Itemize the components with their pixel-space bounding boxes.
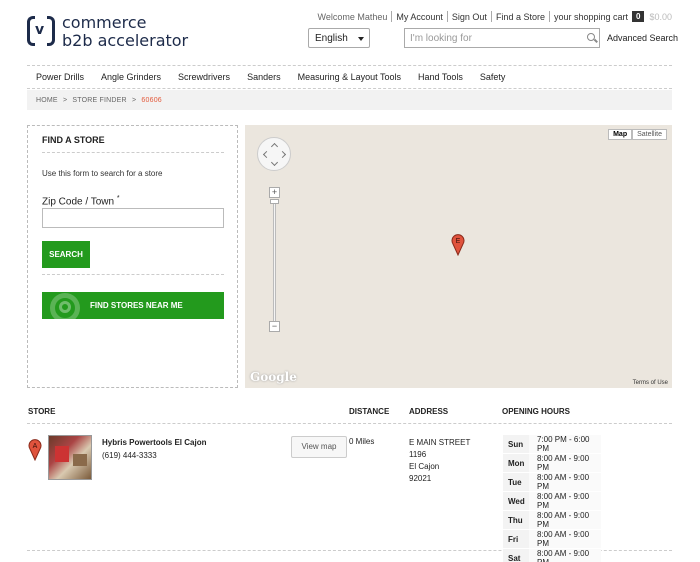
col-hours: OPENING HOURS: [502, 407, 571, 416]
my-account-link[interactable]: My Account: [396, 12, 443, 22]
hours-row: Sat8:00 AM - 9:00 PM: [503, 548, 601, 562]
zip-label: Zip Code / Town *: [42, 195, 120, 208]
google-logo: Google: [250, 370, 297, 384]
nav-item-angle-grinders[interactable]: Angle Grinders: [101, 72, 161, 82]
advanced-search-link[interactable]: Advanced Search: [607, 33, 678, 43]
search-button[interactable]: SEARCH: [42, 241, 90, 268]
store-map[interactable]: Map Satellite + − E Google Terms of Use: [245, 125, 672, 388]
brand-line2: b2b accelerator: [62, 31, 189, 50]
brand-line1: commerce: [62, 13, 147, 32]
store-distance: 0 Miles: [349, 437, 375, 446]
map-marker-icon[interactable]: E: [451, 232, 465, 256]
nav-item-screwdrivers[interactable]: Screwdrivers: [178, 72, 230, 82]
hours-row: Fri 8:00 AM - 9:00 PM: [503, 529, 601, 549]
zoom-slider[interactable]: [273, 199, 276, 321]
chevron-down-icon: [358, 37, 364, 41]
nav-item-power-drills[interactable]: Power Drills: [36, 72, 84, 82]
language-select[interactable]: English: [308, 28, 370, 48]
store-address: E MAIN STREET 1196 El Cajon 92021: [409, 438, 471, 483]
hours-row: Thu 8:00 AM - 9:00 PM: [503, 510, 601, 530]
panel-title: FIND A STORE: [42, 135, 105, 145]
pan-control[interactable]: [257, 137, 291, 171]
find-stores-near-me-button[interactable]: FIND STORES NEAR ME: [42, 292, 224, 319]
map-marker-icon[interactable]: A: [28, 437, 42, 461]
pan-up-icon[interactable]: [270, 142, 279, 151]
divider: [42, 274, 224, 275]
pan-down-icon[interactable]: [270, 158, 279, 167]
col-store: STORE: [28, 407, 56, 416]
top-links: Welcome Matheu My Account Sign Out Find …: [317, 11, 672, 22]
breadcrumb-home[interactable]: HOME: [36, 97, 58, 104]
map-type-control: Map Satellite: [608, 129, 667, 140]
store-thumbnail: [48, 435, 92, 480]
hours-row: Sun 7:00 PM - 6:00 PM: [503, 435, 601, 454]
map-type-satellite[interactable]: Satellite: [632, 129, 667, 140]
breadcrumb-current: 60606: [141, 97, 162, 104]
cart-link[interactable]: your shopping cart: [554, 12, 628, 22]
pan-right-icon[interactable]: [278, 150, 287, 159]
nav-item-safety[interactable]: Safety: [480, 72, 506, 82]
logo-icon: v: [27, 14, 55, 50]
svg-text:E: E: [456, 238, 461, 245]
zoom-in-button[interactable]: +: [269, 187, 280, 198]
pan-left-icon[interactable]: [262, 150, 271, 159]
breadcrumb: HOME > STORE FINDER > 60606: [27, 90, 672, 110]
search-input[interactable]: I'm looking for: [404, 28, 600, 48]
zoom-slider-handle[interactable]: [270, 199, 279, 204]
svg-text:A: A: [33, 443, 38, 450]
terms-link[interactable]: Terms of Use: [633, 380, 668, 386]
zoom-out-button[interactable]: −: [269, 321, 280, 332]
hours-row: Mon 8:00 AM - 9:00 PM: [503, 453, 601, 473]
sign-out-link[interactable]: Sign Out: [452, 12, 487, 22]
cart-amount: $0.00: [649, 11, 672, 22]
opening-hours-table: Sun 7:00 PM - 6:00 PM Mon 8:00 AM - 9:00 P…: [503, 435, 601, 562]
find-store-panel: FIND A STORE Use this form to search for…: [27, 125, 238, 388]
find-store-link[interactable]: Find a Store: [496, 12, 545, 22]
results-header: STORE DISTANCE ADDRESS OPENING HOURS: [27, 400, 672, 424]
hours-row: Wed 8:00 AM - 9:00 PM: [503, 491, 601, 511]
nav-item-measuring[interactable]: Measuring & Layout Tools: [298, 72, 401, 82]
col-address: ADDRESS: [409, 407, 449, 416]
table-row: A Hybris Powertools El Cajon (619) 444-3…: [27, 424, 672, 562]
search-icon[interactable]: [587, 33, 595, 41]
nav-item-sanders[interactable]: Sanders: [247, 72, 281, 82]
store-phone: (619) 444-3333: [102, 451, 157, 460]
panel-description: Use this form to search for a store: [42, 169, 163, 178]
zip-input[interactable]: [42, 208, 224, 228]
welcome-text: Welcome Matheu: [317, 11, 388, 22]
map-type-map[interactable]: Map: [608, 129, 633, 140]
breadcrumb-store-finder[interactable]: STORE FINDER: [72, 97, 126, 104]
cart-count-badge[interactable]: 0: [632, 11, 645, 22]
nav-item-hand-tools[interactable]: Hand Tools: [418, 72, 463, 82]
category-nav: Power Drills Angle Grinders Screwdrivers…: [27, 65, 672, 89]
col-distance: DISTANCE: [349, 407, 390, 416]
brand-logo[interactable]: v commerce b2b accelerator: [27, 14, 188, 50]
view-map-button[interactable]: View map: [291, 436, 347, 458]
store-name[interactable]: Hybris Powertools El Cajon: [102, 438, 206, 447]
hours-row: Tue 8:00 AM - 9:00 PM: [503, 472, 601, 492]
divider: [42, 152, 224, 153]
